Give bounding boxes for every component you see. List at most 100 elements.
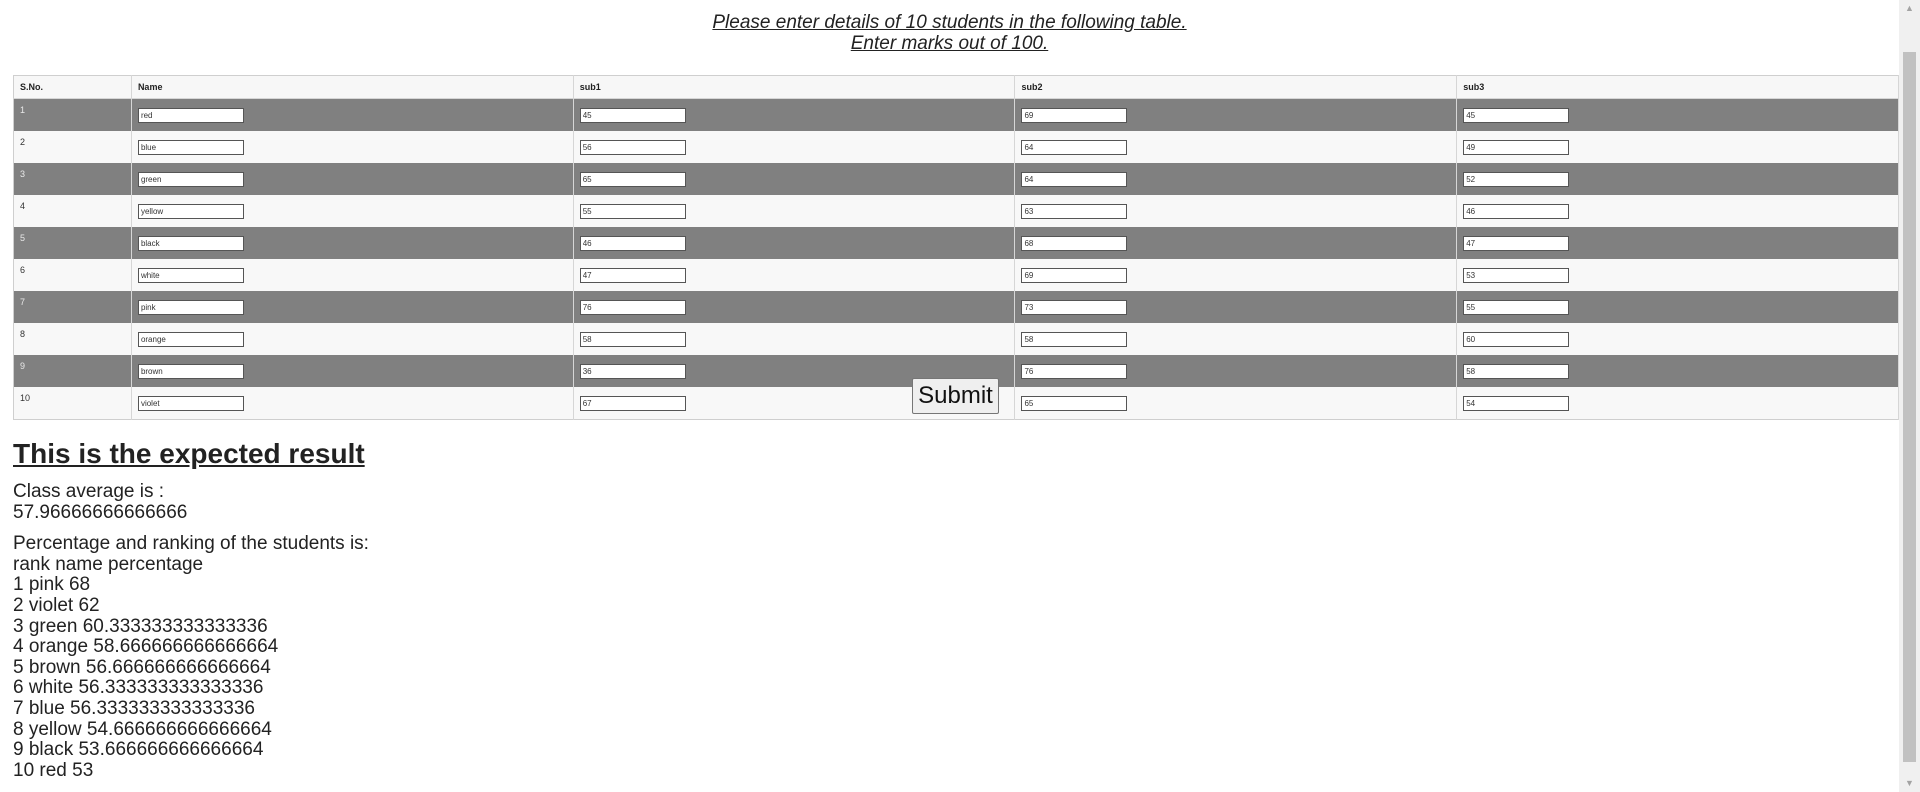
ranking-line: 10 red 53	[13, 759, 94, 781]
row-sno: 5	[13, 227, 132, 259]
table-row: 4	[13, 195, 1899, 227]
scroll-up-arrow-icon[interactable]: ▲	[1899, 0, 1920, 17]
ranking-line: 4 orange 58.666666666666664	[13, 636, 279, 658]
sub3-input[interactable]	[1463, 331, 1570, 347]
header-sub1: sub1	[573, 75, 1016, 99]
name-cell	[131, 98, 574, 131]
result-section: This is the expected result Class averag…	[13, 438, 369, 792]
instructions-heading: Please enter details of 10 students in t…	[0, 0, 1899, 54]
ranking-line: 9 black 53.666666666666664	[13, 739, 264, 761]
sub1-cell	[573, 98, 1016, 131]
row-sno: 8	[13, 323, 132, 355]
instructions-line-1: Please enter details of 10 students in t…	[712, 12, 1187, 33]
name-input[interactable]	[137, 331, 244, 347]
sub2-input[interactable]	[1021, 331, 1128, 347]
ranking-line: 7 blue 56.333333333333336	[13, 697, 255, 719]
ranking-line: 2 violet 62	[13, 594, 100, 616]
sub2-input[interactable]	[1021, 107, 1128, 123]
table-body: 1 2 3 4	[13, 98, 1899, 420]
sub3-cell	[1456, 323, 1899, 355]
ranking-line: 8 yellow 54.666666666666664	[13, 718, 272, 740]
row-sno: 1	[13, 98, 132, 131]
name-input[interactable]	[137, 363, 244, 379]
ranking-label: Percentage and ranking of the students i…	[13, 533, 369, 555]
sub2-input[interactable]	[1021, 203, 1128, 219]
table-row: 2	[13, 131, 1899, 163]
name-input[interactable]	[137, 235, 244, 251]
ranking-line: 6 white 56.333333333333336	[13, 677, 264, 699]
name-input[interactable]	[137, 139, 244, 155]
sub3-input[interactable]	[1463, 363, 1570, 379]
sub2-input[interactable]	[1021, 299, 1128, 315]
table-row: 1	[13, 98, 1899, 131]
sub2-input[interactable]	[1021, 267, 1128, 283]
name-cell	[131, 291, 574, 323]
sub3-input[interactable]	[1463, 267, 1570, 283]
sub2-cell	[1014, 291, 1458, 323]
sub1-input[interactable]	[579, 299, 686, 315]
sub1-input[interactable]	[579, 363, 686, 379]
table-row: 5	[13, 227, 1899, 259]
sub3-cell	[1456, 259, 1899, 291]
sub3-cell	[1456, 195, 1899, 227]
name-input[interactable]	[137, 171, 244, 187]
sub1-cell	[573, 131, 1016, 163]
sub1-input[interactable]	[579, 331, 686, 347]
ranking-line: 1 pink 68	[13, 574, 91, 596]
students-table: S.No. Name sub1 sub2 sub3 1 2	[13, 75, 1899, 420]
sub3-input[interactable]	[1463, 299, 1570, 315]
sub1-cell	[573, 163, 1016, 195]
sub2-cell	[1014, 163, 1458, 195]
sub1-cell	[573, 323, 1016, 355]
scroll-down-arrow-icon[interactable]: ▼	[1899, 775, 1920, 792]
name-cell	[131, 163, 574, 195]
sub1-input[interactable]	[579, 171, 686, 187]
name-input[interactable]	[137, 267, 244, 283]
sub3-input[interactable]	[1463, 171, 1570, 187]
ranking-line: 3 green 60.333333333333336	[13, 615, 268, 637]
ranking-block: Percentage and ranking of the students i…	[13, 534, 369, 781]
class-average-label: Class average is :	[13, 481, 165, 502]
name-cell	[131, 131, 574, 163]
ranking-header: rank name percentage	[13, 553, 204, 575]
name-input[interactable]	[137, 107, 244, 123]
row-sno: 3	[13, 163, 132, 195]
sub1-input[interactable]	[579, 139, 686, 155]
sub2-cell	[1014, 195, 1458, 227]
sub2-cell	[1014, 98, 1458, 131]
row-sno: 6	[13, 259, 132, 291]
sub3-input[interactable]	[1463, 139, 1570, 155]
sub3-cell	[1456, 163, 1899, 195]
sub3-cell	[1456, 131, 1899, 163]
row-sno: 4	[13, 195, 132, 227]
sub1-input[interactable]	[579, 267, 686, 283]
row-sno: 7	[13, 291, 132, 323]
sub3-input[interactable]	[1463, 107, 1570, 123]
name-input[interactable]	[137, 203, 244, 219]
sub1-input[interactable]	[579, 107, 686, 123]
name-input[interactable]	[137, 299, 244, 315]
sub2-input[interactable]	[1021, 363, 1128, 379]
sub3-cell	[1456, 98, 1899, 131]
table-row: 8	[13, 323, 1899, 355]
header-sub3: sub3	[1456, 75, 1899, 99]
submit-area: Submit	[0, 378, 1899, 414]
scrollbar-thumb[interactable]	[1903, 52, 1916, 762]
submit-button[interactable]: Submit	[912, 378, 999, 414]
sub1-input[interactable]	[579, 203, 686, 219]
sub2-input[interactable]	[1021, 171, 1128, 187]
sub3-input[interactable]	[1463, 203, 1570, 219]
name-cell	[131, 227, 574, 259]
sub2-input[interactable]	[1021, 235, 1128, 251]
sub2-input[interactable]	[1021, 139, 1128, 155]
vertical-scrollbar[interactable]: ▲ ▼	[1899, 0, 1920, 792]
header-sub2: sub2	[1014, 75, 1458, 99]
result-title: This is the expected result	[13, 438, 365, 469]
page: Please enter details of 10 students in t…	[0, 0, 1899, 792]
instructions-line-2: Enter marks out of 100.	[850, 33, 1049, 54]
sub3-input[interactable]	[1463, 235, 1570, 251]
table-row: 6	[13, 259, 1899, 291]
row-sno: 2	[13, 131, 132, 163]
ranking-line: 5 brown 56.666666666666664	[13, 656, 271, 678]
sub1-input[interactable]	[579, 235, 686, 251]
